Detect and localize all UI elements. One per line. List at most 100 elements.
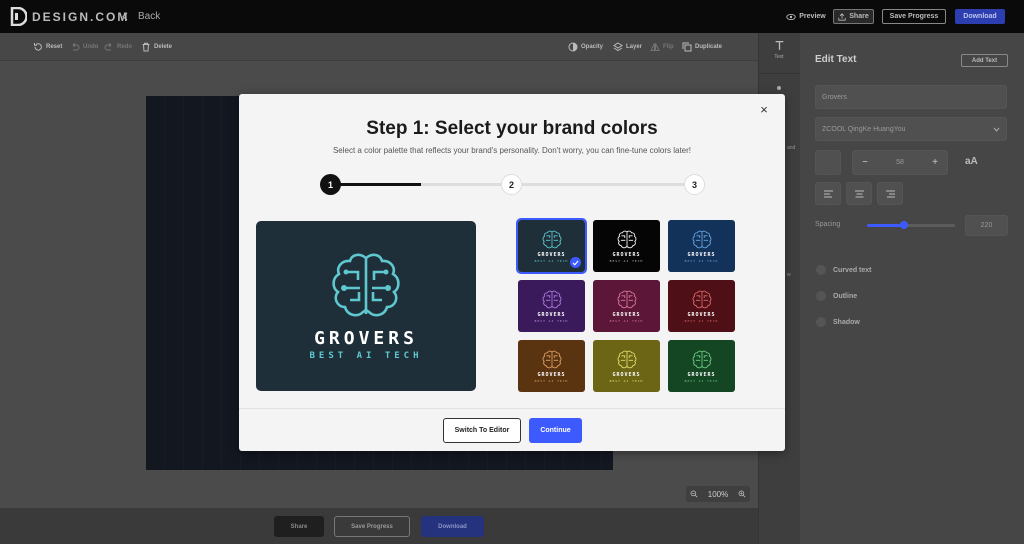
- save-progress-button[interactable]: Save Progress: [882, 9, 946, 24]
- opacity-label: Opacity: [581, 44, 604, 50]
- palette-swatch-1[interactable]: GROVERS BEST AI TECH: [516, 218, 587, 274]
- palette-brand-name: GROVERS: [537, 251, 566, 258]
- duplicate-icon: [682, 42, 692, 52]
- font-select[interactable]: ZCOOL QingKe HuangYou: [815, 117, 1007, 141]
- outline-option[interactable]: Outline: [816, 291, 857, 301]
- font-size-stepper: − 58 +: [852, 150, 948, 175]
- palette-brand-name: GROVERS: [612, 311, 641, 318]
- zoom-control: 100%: [686, 486, 750, 502]
- palette-swatch-7[interactable]: GROVERS BEST AI TECH: [518, 340, 585, 392]
- preview-brand-name: GROVERS: [314, 327, 418, 349]
- reset-label: Reset: [46, 44, 63, 50]
- color-picker[interactable]: [815, 150, 841, 175]
- brain-icon: [617, 350, 636, 368]
- zoom-value: 100%: [707, 489, 729, 499]
- modal-subtitle: Select a color palette that reflects you…: [332, 146, 692, 155]
- modal-footer-divider: [239, 408, 785, 409]
- text-icon: [775, 40, 783, 50]
- palette-grid: GROVERS BEST AI TECH GROVERS BEST AI TECH GR…: [516, 218, 735, 392]
- palette-tagline: BEST AI TECH: [684, 378, 719, 383]
- logo-preview: GROVERS BEST AI TECH: [256, 221, 476, 391]
- palette-brand-name: GROVERS: [687, 371, 716, 378]
- brain-icon: [617, 290, 636, 308]
- bottom-download-button[interactable]: Download: [421, 516, 484, 537]
- spacing-slider-track[interactable]: [867, 221, 955, 229]
- switch-to-editor-button[interactable]: Switch To Editor: [443, 418, 521, 443]
- spacing-label: Spacing: [815, 221, 841, 228]
- opacity-button[interactable]: Opacity: [568, 42, 603, 52]
- align-center-button[interactable]: [846, 182, 872, 205]
- font-select-value: ZCOOL QingKe HuangYou: [822, 125, 906, 133]
- palette-brand-name: GROVERS: [537, 371, 566, 378]
- palette-swatch-3[interactable]: GROVERS BEST AI TECH: [668, 220, 735, 272]
- palette-swatch-2[interactable]: GROVERS BEST AI TECH: [593, 220, 660, 272]
- chevron-left-icon[interactable]: [122, 12, 128, 21]
- step-3-indicator: 3: [684, 174, 705, 195]
- back-link[interactable]: Back: [138, 11, 160, 22]
- add-text-button[interactable]: Add Text: [961, 54, 1008, 67]
- palette-swatch-4[interactable]: GROVERS BEST AI TECH: [518, 280, 585, 332]
- align-left-button[interactable]: [815, 182, 841, 205]
- layer-label: Layer: [626, 44, 643, 50]
- curved-text-option[interactable]: Curved text: [816, 265, 872, 275]
- align-right-icon: [885, 190, 895, 197]
- redo-icon: [104, 42, 112, 51]
- strip-partial-label-2: w: [787, 272, 791, 278]
- share-button[interactable]: Share: [833, 9, 874, 24]
- strip-item-text[interactable]: Text: [758, 40, 800, 74]
- redo-label: Redo: [117, 44, 132, 50]
- undo-button[interactable]: Undo: [70, 42, 98, 52]
- decrease-size-button[interactable]: −: [853, 157, 877, 168]
- brain-icon: [542, 230, 561, 248]
- logo-icon[interactable]: [10, 7, 27, 26]
- text-input[interactable]: Grovers: [815, 85, 1007, 109]
- zoom-in-icon[interactable]: [738, 490, 746, 498]
- reset-button[interactable]: Reset: [33, 42, 62, 52]
- align-left-icon: [823, 190, 833, 197]
- duplicate-button[interactable]: Duplicate: [682, 42, 722, 52]
- brain-icon: [692, 230, 711, 248]
- brain-icon: [542, 350, 561, 368]
- brain-icon: [692, 350, 711, 368]
- palette-swatch-8[interactable]: GROVERS BEST AI TECH: [593, 340, 660, 392]
- align-center-icon: [854, 190, 864, 197]
- logo-text[interactable]: DESIGN.COM: [32, 10, 129, 24]
- brain-icon: [617, 230, 636, 248]
- increase-size-button[interactable]: +: [923, 157, 947, 168]
- bottom-share-button[interactable]: Share: [274, 516, 324, 537]
- layer-button[interactable]: Layer: [613, 42, 642, 52]
- brain-icon: [332, 253, 400, 316]
- delete-button[interactable]: Delete: [141, 42, 172, 52]
- edit-text-panel: [800, 33, 1024, 544]
- shadow-option[interactable]: Shadow: [816, 317, 860, 327]
- zoom-out-icon[interactable]: [690, 490, 698, 498]
- align-right-button[interactable]: [877, 182, 903, 205]
- curved-text-checkbox[interactable]: [816, 265, 826, 275]
- panel-title: Edit Text: [815, 54, 857, 65]
- palette-swatch-9[interactable]: GROVERS BEST AI TECH: [668, 340, 735, 392]
- opacity-icon: [568, 42, 578, 52]
- duplicate-label: Duplicate: [695, 44, 723, 50]
- redo-button[interactable]: Redo: [104, 42, 132, 52]
- flip-button[interactable]: Flip: [650, 42, 674, 52]
- close-icon[interactable]: ×: [757, 102, 771, 117]
- palette-tagline: BEST AI TECH: [534, 258, 569, 263]
- case-toggle[interactable]: aA: [965, 156, 978, 167]
- preview-button[interactable]: Preview: [786, 9, 826, 24]
- font-size-value[interactable]: 58: [896, 159, 904, 166]
- bottom-save-progress-button[interactable]: Save Progress: [334, 516, 410, 537]
- spacing-value-input[interactable]: 220: [965, 215, 1008, 236]
- palette-tagline: BEST AI TECH: [609, 318, 644, 323]
- modal-title: Step 1: Select your brand colors: [366, 118, 658, 139]
- step-1-indicator: 1: [320, 174, 341, 195]
- palette-swatch-5[interactable]: GROVERS BEST AI TECH: [593, 280, 660, 332]
- palette-swatch-6[interactable]: GROVERS BEST AI TECH: [668, 280, 735, 332]
- shadow-checkbox[interactable]: [816, 317, 826, 327]
- spacing-slider-handle[interactable]: [899, 221, 908, 229]
- continue-button[interactable]: Continue: [529, 418, 582, 443]
- delete-label: Delete: [154, 44, 173, 50]
- curved-text-label: Curved text: [833, 266, 872, 274]
- trash-icon: [142, 42, 150, 52]
- download-button[interactable]: Download: [955, 9, 1005, 24]
- outline-checkbox[interactable]: [816, 291, 826, 301]
